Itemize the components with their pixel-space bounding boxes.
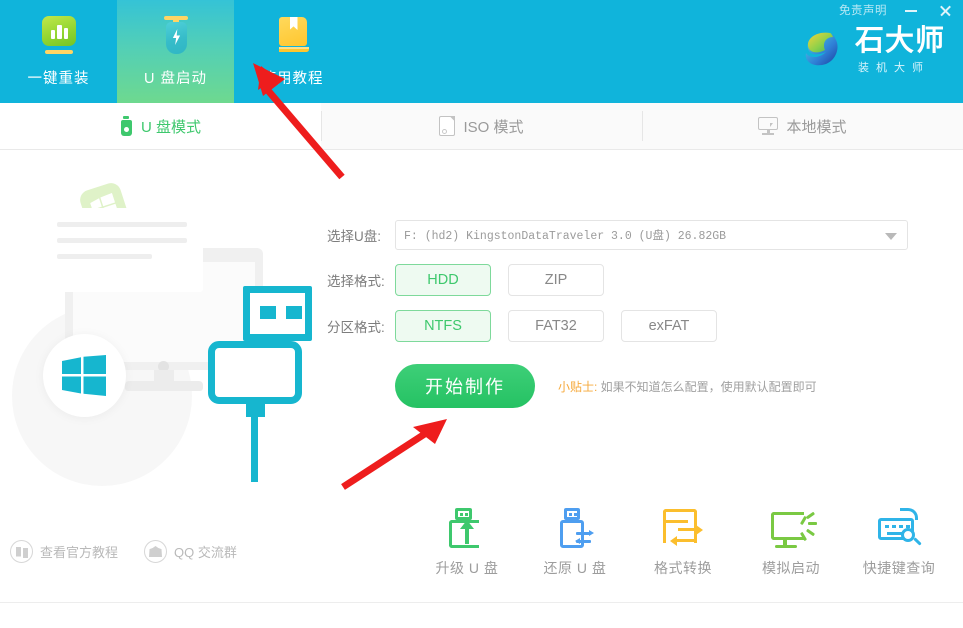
start-make-button[interactable]: 开始制作 (395, 364, 535, 408)
mode-tab-bar: U 盘模式 ISO 模式 本地模式 (0, 103, 963, 150)
tab-iso-mode[interactable]: ISO 模式 (321, 103, 642, 149)
chart-monitor-icon (36, 16, 82, 60)
footer-link-label: 查看官方教程 (40, 545, 119, 560)
tool-label: 快捷键查询 (862, 560, 936, 576)
windows-logo-icon (43, 334, 126, 417)
tool-bar: 升级 U 盘 还原 U 盘 格式转换 模拟启动 快捷键查询 (413, 506, 953, 578)
footer-divider (0, 602, 963, 628)
format-option-zip[interactable]: ZIP (508, 264, 604, 296)
tool-upgrade-usb[interactable]: 升级 U 盘 (413, 506, 521, 578)
format-label: 选择格式: (327, 274, 385, 289)
people-circle-icon (144, 540, 168, 563)
title-bar: 免责声明 一键重装 U 盘启动 使用教程 石大师 装机大师 (0, 0, 963, 103)
usb-boot-illustration (10, 168, 330, 498)
action-row: 开始制作 小贴士: 如果不知道怎么配置，使用默认配置即可 (327, 364, 937, 408)
usb-config-form: 选择U盘: F: (hd2) KingstonDataTraveler 3.0 … (327, 220, 937, 408)
partition-label: 分区格式: (327, 320, 385, 335)
partition-option-ntfs[interactable]: NTFS (395, 310, 491, 342)
tab-label: U 盘模式 (140, 118, 201, 136)
battery-flash-icon (153, 16, 199, 60)
format-row: 选择格式: HDD ZIP (327, 264, 937, 296)
main-tab-one-key-reinstall[interactable]: 一键重装 (0, 0, 117, 103)
usb-plug-icon (208, 286, 312, 486)
usb-select-dropdown[interactable]: F: (hd2) KingstonDataTraveler 3.0 (U盘) 2… (395, 220, 908, 250)
iso-file-icon (439, 116, 456, 136)
local-monitor-icon (758, 117, 779, 135)
usb-select-label: 选择U盘: (327, 229, 381, 244)
partition-row: 分区格式: NTFS FAT32 exFAT (327, 310, 937, 342)
brand-logo: 石大师 装机大师 (800, 26, 945, 75)
brand-subtitle: 装机大师 (857, 62, 930, 74)
window-card (45, 208, 203, 292)
usb-select-row: 选择U盘: F: (hd2) KingstonDataTraveler 3.0 … (327, 220, 937, 250)
tab-local-mode[interactable]: 本地模式 (642, 103, 963, 149)
minimize-icon[interactable] (901, 1, 921, 21)
disclaimer-link[interactable]: 免责声明 (839, 1, 887, 21)
tab-usb-mode[interactable]: U 盘模式 (0, 103, 321, 149)
bottom-bar: 查看官方教程 QQ 交流群 升级 U 盘 还原 U 盘 格式转换 模拟启动 快捷… (0, 498, 963, 602)
tool-label: 升级 U 盘 (435, 560, 499, 576)
close-icon[interactable] (935, 1, 955, 21)
tool-label: 模拟启动 (762, 560, 820, 576)
format-convert-icon (658, 506, 708, 552)
format-option-hdd[interactable]: HDD (395, 264, 491, 296)
tool-format-convert[interactable]: 格式转换 (629, 506, 737, 578)
tip-body: 如果不知道怎么配置，使用默认配置即可 (597, 379, 817, 394)
footer-links: 查看官方教程 QQ 交流群 (10, 540, 237, 563)
usb-restore-icon (550, 506, 600, 552)
book-icon (270, 16, 316, 60)
shortcut-search-icon (874, 506, 924, 552)
tool-restore-usb[interactable]: 还原 U 盘 (521, 506, 629, 578)
footer-link-qq-group[interactable]: QQ 交流群 (144, 540, 237, 563)
usb-drive-icon (120, 116, 133, 136)
footer-link-label: QQ 交流群 (174, 545, 237, 560)
tab-label: ISO 模式 (463, 118, 524, 136)
main-tab-usb-boot[interactable]: U 盘启动 (117, 0, 234, 103)
window-controls: 免责声明 (839, 1, 955, 21)
main-tab-label: 使用教程 (261, 71, 324, 87)
tip-keyword: 小贴士: (558, 379, 598, 394)
main-tab-label: U 盘启动 (144, 71, 207, 87)
usb-select-value: F: (hd2) KingstonDataTraveler 3.0 (U盘) 2… (404, 230, 727, 243)
tip-text: 小贴士: 如果不知道怎么配置，使用默认配置即可 (558, 378, 817, 395)
tool-label: 格式转换 (654, 560, 712, 576)
partition-option-exfat[interactable]: exFAT (621, 310, 717, 342)
main-tab-bar: 一键重装 U 盘启动 使用教程 (0, 0, 351, 103)
brand-name: 石大师 (854, 25, 945, 57)
app-window: 免责声明 一键重装 U 盘启动 使用教程 石大师 装机大师 U 盘模式 ISO … (0, 0, 963, 628)
main-tab-tutorial[interactable]: 使用教程 (234, 0, 351, 103)
shidashi-logo-icon (800, 28, 846, 74)
book-circle-icon (10, 540, 33, 563)
chevron-down-icon[interactable] (885, 233, 897, 240)
tab-label: 本地模式 (786, 118, 847, 136)
main-tab-label: 一键重装 (27, 71, 90, 87)
usb-upgrade-icon (442, 506, 492, 552)
tool-simulate-boot[interactable]: 模拟启动 (737, 506, 845, 578)
footer-link-official-tutorial[interactable]: 查看官方教程 (10, 540, 118, 563)
tool-label: 还原 U 盘 (543, 560, 607, 576)
simulate-boot-icon (766, 506, 817, 552)
tool-shortcut-query[interactable]: 快捷键查询 (845, 506, 953, 578)
partition-option-fat32[interactable]: FAT32 (508, 310, 604, 342)
